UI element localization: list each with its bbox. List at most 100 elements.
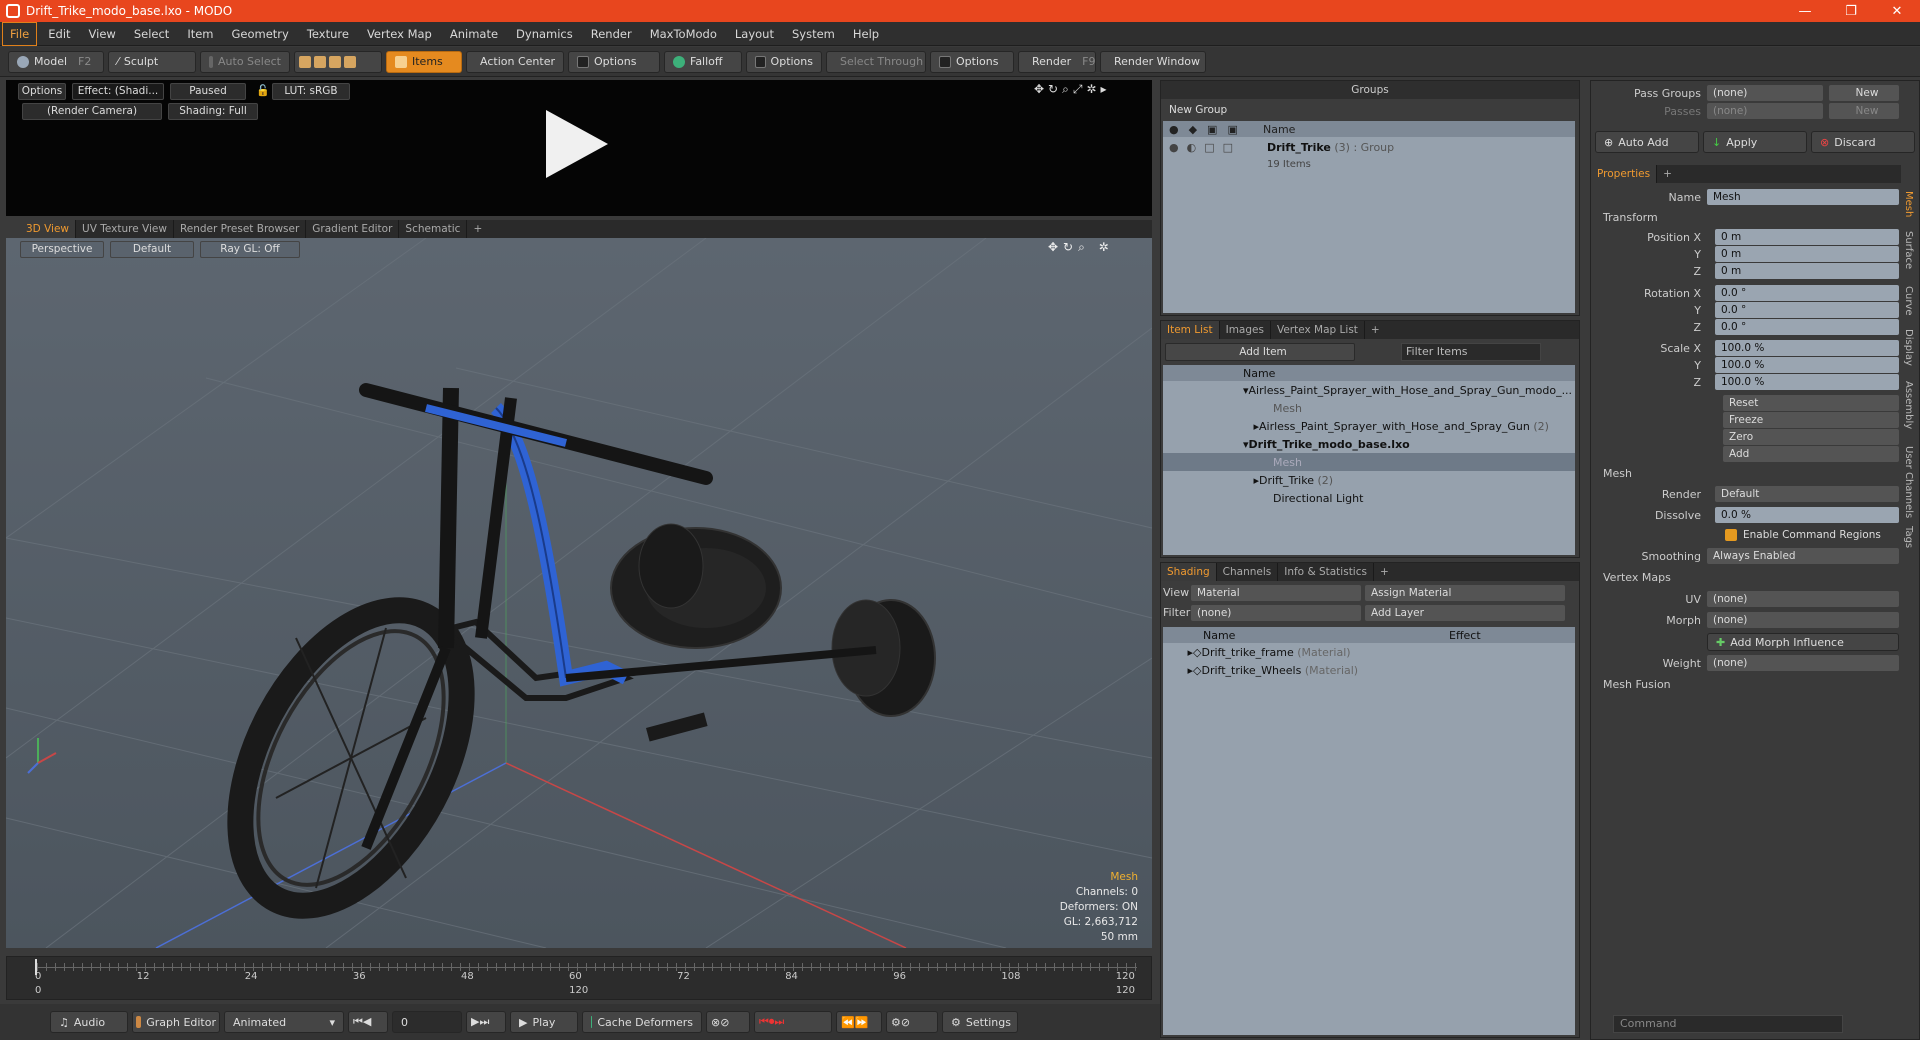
select-through-options-button[interactable]: Options (930, 50, 1014, 73)
morph-dropdown[interactable]: (none) (1707, 612, 1899, 628)
render-dropdown[interactable]: Default (1715, 486, 1899, 502)
list-item-selected[interactable]: Mesh (1163, 453, 1575, 471)
auto-select-button[interactable]: Auto Select (200, 50, 290, 73)
rotation-y-field[interactable]: 0.0 ° (1715, 302, 1899, 318)
loop-buttons[interactable]: ⏪⏩ (836, 1011, 882, 1033)
side-tab-user-channels[interactable]: User Channels (1903, 446, 1914, 518)
timeline[interactable]: 0 12 24 36 48 60 72 84 96 108 120 0 120 120 (6, 956, 1152, 1000)
jump-start-button[interactable]: ⏮◀ (348, 1011, 388, 1033)
tab-channels[interactable]: Channels (1217, 563, 1279, 581)
material-row[interactable]: ▸ ◇ Drift_trike_frame (Material) (1163, 643, 1575, 661)
add-dropdown[interactable]: Add (1723, 446, 1899, 462)
enable-command-regions-checkbox[interactable] (1725, 529, 1737, 541)
dissolve-field[interactable]: 0.0 % (1715, 507, 1899, 523)
menu-layout[interactable]: Layout (726, 23, 783, 45)
group-row[interactable]: ●◐□□ Drift_Trike (3) : Group (1163, 137, 1575, 157)
menu-system[interactable]: System (783, 23, 844, 45)
model-mode-button[interactable]: Model F2 (8, 50, 104, 73)
menu-render[interactable]: Render (582, 23, 641, 45)
tab-info-statistics[interactable]: Info & Statistics (1278, 563, 1374, 581)
falloff-button[interactable]: Falloff (664, 50, 742, 73)
group-row-toggles[interactable]: ●◐□□ (1163, 141, 1267, 154)
shading-dropdown[interactable]: Shading: Full (168, 103, 258, 120)
falloff-options-button[interactable]: Options (746, 50, 822, 73)
raygl-dropdown[interactable]: Ray GL: Off (200, 241, 300, 258)
menu-geometry[interactable]: Geometry (223, 23, 298, 45)
filter-items-input[interactable]: Filter Items (1401, 343, 1541, 361)
camera-dropdown[interactable]: (Render Camera) (22, 103, 162, 120)
tab-vertex-map-list[interactable]: Vertex Map List (1271, 321, 1365, 339)
materials-mode-icon[interactable] (344, 55, 356, 68)
menu-file[interactable]: File (2, 21, 38, 46)
tab-gradient-editor[interactable]: Gradient Editor (306, 220, 400, 238)
tab-schematic[interactable]: Schematic (399, 220, 468, 238)
list-item[interactable]: ▸ Drift_Trike (2) (1163, 471, 1575, 489)
3d-viewport[interactable]: Perspective Default Ray GL: Off ✥↻⌕ ✲ Me… (6, 238, 1152, 948)
tab-item-list[interactable]: Item List (1161, 321, 1220, 339)
vertex-maps-section[interactable]: Vertex Maps (1603, 571, 1671, 584)
rotation-z-field[interactable]: 0.0 ° (1715, 319, 1899, 335)
menu-view[interactable]: View (80, 23, 125, 45)
tab-shading[interactable]: Shading (1161, 563, 1217, 581)
close-button[interactable]: ✕ (1874, 4, 1920, 19)
list-item[interactable]: Mesh (1163, 399, 1575, 417)
scale-y-field[interactable]: 100.0 % (1715, 357, 1899, 373)
menu-help[interactable]: Help (844, 23, 888, 45)
passes-dropdown[interactable]: (none) (1707, 103, 1823, 119)
rotation-x-field[interactable]: 0.0 ° (1715, 285, 1899, 301)
side-tab-display[interactable]: Display (1903, 329, 1914, 366)
add-layer-dropdown[interactable]: Add Layer (1365, 605, 1565, 621)
menu-item[interactable]: Item (178, 23, 222, 45)
preview-options-button[interactable]: Options (18, 83, 66, 100)
vertices-mode-icon[interactable] (299, 55, 311, 68)
list-item[interactable]: Directional Light (1163, 489, 1575, 507)
polygons-mode-icon[interactable] (329, 55, 341, 68)
filter-dropdown[interactable]: (none) (1191, 605, 1361, 621)
menu-dynamics[interactable]: Dynamics (507, 23, 582, 45)
tab-render-preset-browser[interactable]: Render Preset Browser (174, 220, 307, 238)
menu-select[interactable]: Select (125, 23, 178, 45)
add-tab-button[interactable]: + (1365, 321, 1386, 339)
cache-deformers-button[interactable]: Cache Deformers (582, 1011, 702, 1033)
menu-texture[interactable]: Texture (298, 23, 358, 45)
select-through-button[interactable]: Select Through (826, 50, 926, 73)
audio-button[interactable]: ♫ Audio (50, 1011, 128, 1033)
lut-dropdown[interactable]: LUT: sRGB (272, 83, 350, 100)
apply-button[interactable]: ↓ Apply (1703, 131, 1807, 153)
frame-field[interactable]: 0 (392, 1011, 462, 1033)
animated-dropdown[interactable]: Animated ▾ (224, 1011, 344, 1033)
zero-dropdown[interactable]: Zero (1723, 429, 1899, 445)
side-tab-mesh[interactable]: Mesh (1903, 191, 1914, 217)
add-tab-button[interactable]: + (1657, 165, 1678, 183)
new-group-button[interactable]: New Group (1163, 102, 1243, 120)
position-y-field[interactable]: 0 m (1715, 246, 1899, 262)
paused-button[interactable]: Paused (170, 83, 246, 100)
side-tab-assembly[interactable]: Assembly (1903, 381, 1914, 429)
edges-mode-icon[interactable] (314, 55, 326, 68)
tab-properties[interactable]: Properties (1591, 165, 1658, 183)
new-pass-group-button[interactable]: New (1829, 85, 1899, 101)
freeze-dropdown[interactable]: Freeze (1723, 412, 1899, 428)
side-tab-tags[interactable]: Tags (1903, 526, 1914, 548)
add-tab-button[interactable]: + (1374, 563, 1395, 581)
menu-animate[interactable]: Animate (441, 23, 507, 45)
step-forward-button[interactable]: ▶⏭ (466, 1011, 506, 1033)
assign-material-dropdown[interactable]: Assign Material (1365, 585, 1565, 601)
side-tab-surface[interactable]: Surface (1903, 231, 1914, 269)
effect-dropdown[interactable]: Effect: (Shadi... (72, 83, 164, 100)
position-z-field[interactable]: 0 m (1715, 263, 1899, 279)
command-input[interactable]: Command (1613, 1015, 1843, 1033)
lock-icon[interactable]: 🔓 (256, 84, 270, 97)
name-field[interactable]: Mesh (1707, 189, 1899, 205)
weight-dropdown[interactable]: (none) (1707, 655, 1899, 671)
maximize-button[interactable]: ❐ (1828, 4, 1874, 19)
scale-z-field[interactable]: 100.0 % (1715, 374, 1899, 390)
sculpt-mode-button[interactable]: ⁄ Sculpt (108, 50, 196, 73)
scale-x-field[interactable]: 100.0 % (1715, 340, 1899, 356)
sync-buttons[interactable]: ⚙⊘ (886, 1011, 938, 1033)
tab-uv-texture-view[interactable]: UV Texture View (76, 220, 174, 238)
minimize-button[interactable]: — (1782, 4, 1828, 19)
playhead[interactable] (35, 959, 37, 975)
new-pass-button[interactable]: New (1829, 103, 1899, 119)
play-icon[interactable] (546, 110, 608, 178)
